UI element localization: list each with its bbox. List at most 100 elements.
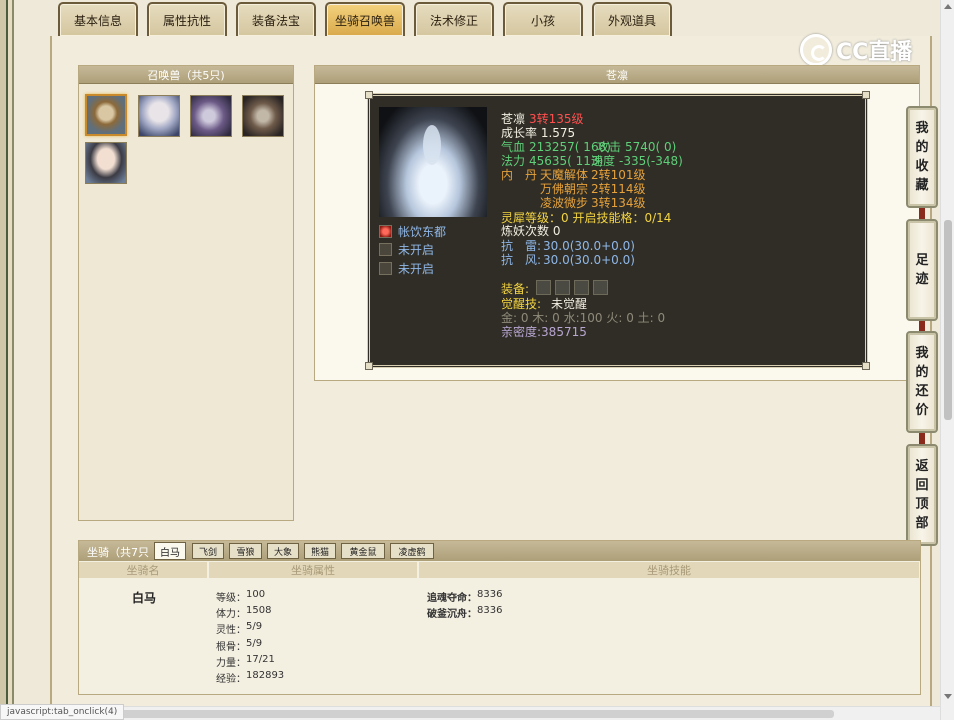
neidan-level: 2转114级 [591, 182, 646, 196]
resist-thunder-label: 抗 雷: [501, 239, 542, 253]
corner-ornament [862, 91, 870, 99]
equip-slot[interactable] [555, 280, 570, 295]
neidan-label: 内 丹 [501, 168, 538, 182]
tab-child[interactable]: 小孩 [503, 2, 583, 36]
summon-avatar[interactable] [85, 94, 127, 136]
mount-tab-label: 大象 [273, 547, 292, 558]
mount-tab-label: 黄金鼠 [349, 547, 377, 558]
tab-label: 法术修正 [429, 13, 478, 28]
scroll-thumb[interactable] [944, 220, 952, 420]
summon-avatar[interactable] [190, 95, 232, 137]
horizontal-scroll-thumb[interactable] [14, 710, 834, 718]
corner-ornament [862, 362, 870, 370]
mount-tab-label: 凌虚鹤 [398, 547, 426, 558]
neidan-level: 2转101级 [591, 168, 646, 182]
summon-skill-label: 未开启 [398, 262, 435, 276]
summon-skill-label: 未开启 [398, 243, 435, 257]
side-button-char: 迹 [915, 272, 929, 287]
corner-ornament [365, 91, 373, 99]
mount-skill-value: 8336 [477, 605, 503, 616]
side-button-char: 还 [915, 384, 929, 399]
mount-col-name-header: 坐骑名 [79, 562, 207, 578]
neidan-name: 凌波微步 [540, 196, 589, 210]
lingxi-info: 灵犀等级：0 开启技能格：0/14 [501, 211, 672, 225]
side-button-char: 足 [915, 253, 929, 268]
column-header-label: 坐骑技能 [647, 564, 691, 577]
cc-logo-icon [800, 34, 832, 66]
atk-label: 攻击 [597, 140, 622, 154]
scroll-up-arrow-icon[interactable] [944, 4, 952, 9]
mount-tab-label: 飞剑 [198, 547, 217, 558]
red-flame-icon[interactable] [379, 225, 392, 238]
equip-slot[interactable] [536, 280, 551, 295]
side-button-char: 价 [915, 403, 929, 418]
equip-slot[interactable] [574, 280, 589, 295]
vertical-scrollbar[interactable] [940, 0, 954, 720]
side-button-char: 回 [915, 478, 929, 493]
mount-skill-label: 追魂夺命： [427, 593, 477, 604]
tab-spell-mod[interactable]: 法术修正 [414, 2, 494, 36]
mount-attr-value: 17/21 [246, 654, 275, 665]
scroll-down-arrow-icon[interactable] [944, 694, 952, 699]
mount-col-attr-header: 坐骑属性 [209, 562, 417, 578]
mount-tab-daxiang[interactable]: 大象 [267, 543, 299, 559]
mount-attr-label: 等级： [216, 593, 246, 604]
status-text: javascript:tab_onclick(4) [7, 707, 118, 717]
mp-label: 法力 [501, 154, 526, 168]
element-values: 金: 0 木: 0 水:100 火: 0 土: 0 [501, 311, 666, 325]
locked-slot-icon [379, 243, 392, 256]
tab-equipment[interactable]: 装备法宝 [236, 2, 316, 36]
neidan-name: 万佛朝宗 [540, 182, 589, 196]
side-button-char: 收 [915, 159, 929, 174]
tab-label: 基本信息 [73, 13, 122, 28]
summon-list-header: 召唤兽（共5只) [79, 66, 293, 84]
side-button-char: 藏 [915, 178, 929, 193]
awaken-value: 未觉醒 [551, 297, 588, 311]
summon-avatar[interactable] [85, 142, 127, 184]
mount-skill-label: 破釜沉舟： [427, 609, 477, 620]
mount-tab-feijian[interactable]: 飞剑 [192, 543, 224, 559]
intimacy: 亲密度:385715 [501, 325, 587, 339]
summon-growth: 成长率 1.575 [501, 126, 576, 140]
tab-appearance[interactable]: 外观道具 [592, 2, 672, 36]
summon-portrait [379, 107, 487, 217]
watermark-logo: CC直播 [800, 33, 925, 67]
tab-mount-summon[interactable]: 坐骑召唤兽 [325, 2, 405, 36]
mount-tab-label: 白马 [160, 547, 180, 559]
side-connector [919, 432, 925, 444]
neidan-level: 3转134级 [591, 196, 646, 210]
horizontal-scrollbar[interactable] [0, 706, 940, 720]
mount-col-skill-header: 坐骑技能 [419, 562, 919, 578]
side-button-char: 部 [915, 516, 929, 531]
equip-slot[interactable] [593, 280, 608, 295]
mount-attr-label: 体力： [216, 609, 246, 620]
mount-tab-xuelang[interactable]: 雪狼 [229, 543, 262, 559]
column-header-label: 坐骑属性 [291, 564, 335, 577]
mount-tab-baima[interactable]: 白马 [154, 542, 186, 560]
page-left-border [0, 0, 24, 720]
tab-attr-resist[interactable]: 属性抗性 [147, 2, 227, 36]
my-favorites-button[interactable]: 我 的 收 藏 [906, 106, 938, 208]
summon-level: 3转135级 [529, 112, 584, 126]
equip-label: 装备: [501, 282, 530, 296]
summon-avatar[interactable] [242, 95, 284, 137]
side-button-char: 我 [915, 346, 929, 361]
tab-label: 外观道具 [607, 13, 656, 28]
hp-label: 气血 [501, 140, 526, 154]
mount-attr-value: 5/9 [246, 638, 263, 649]
mount-tab-lingxuhe[interactable]: 凌虚鹤 [390, 543, 434, 559]
tab-basic-info[interactable]: 基本信息 [58, 2, 138, 36]
my-bargain-button[interactable]: 我 的 还 价 [906, 331, 938, 433]
summon-name: 苍凛 [501, 112, 526, 126]
lianyao-count: 炼妖次数 0 [501, 224, 561, 238]
back-to-top-button[interactable]: 返 回 顶 部 [906, 444, 938, 546]
summon-avatar[interactable] [138, 95, 180, 137]
side-button-char: 的 [915, 365, 929, 380]
footprint-button[interactable]: 足 迹 [906, 219, 938, 321]
resist-wind-label: 抗 风: [501, 253, 542, 267]
mount-tab-xiongmao[interactable]: 熊猫 [304, 543, 336, 559]
mount-tab-huangjinshu[interactable]: 黄金鼠 [341, 543, 385, 559]
mount-attr-value: 5/9 [246, 621, 263, 632]
mount-title: 坐骑（共7只 [87, 546, 149, 559]
mount-attr-value: 182893 [246, 670, 285, 681]
